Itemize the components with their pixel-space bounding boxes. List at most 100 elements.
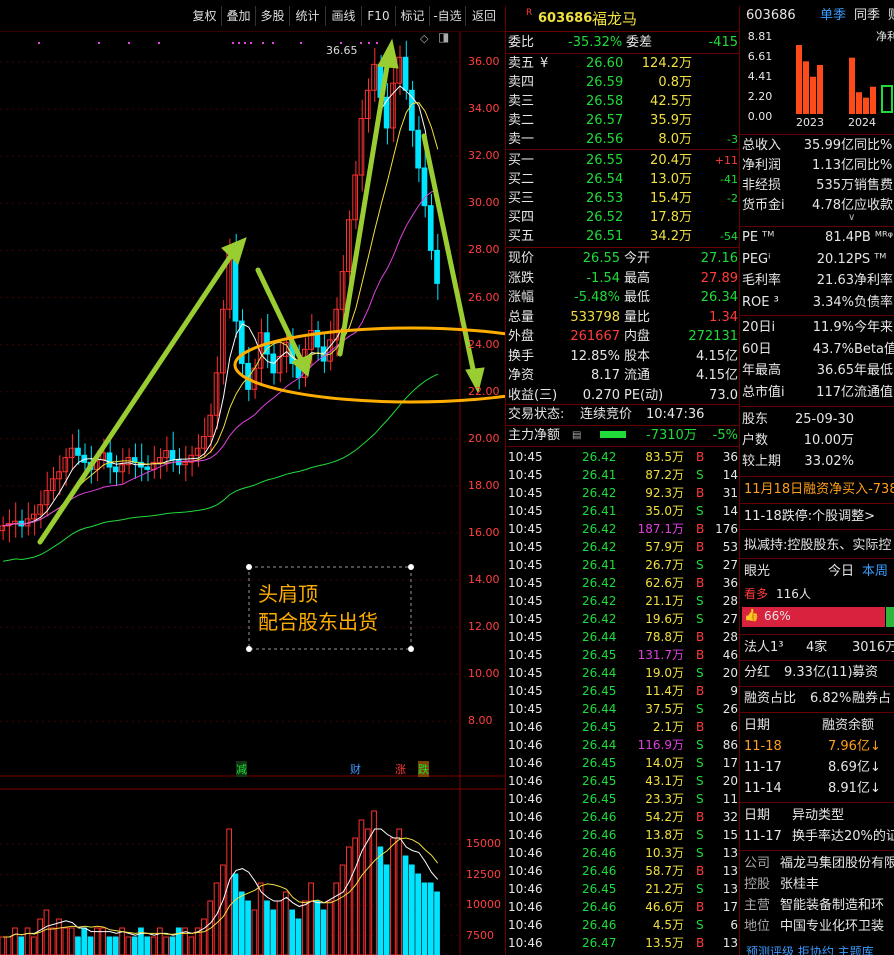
holders-row[interactable]: 股东 25-09-30 xyxy=(742,410,894,430)
tick-row[interactable]: 10:46 26.45 2.1万 B 6 xyxy=(506,718,740,736)
rows1-row[interactable]: 总收入 35.99亿 同比% xyxy=(742,136,894,156)
rows2-row[interactable]: PEGⁱ 20.12 PS ᵀᴹ xyxy=(742,250,894,270)
company-row[interactable]: 公司 福龙马集团股份有限 xyxy=(742,854,894,874)
kline-chart-area[interactable]: 36.00 34.00 32.00 30.00 28.00 26.00 24.00 22.00… xyxy=(0,30,505,955)
bid-row[interactable]: 买四 26.52 17.8万 xyxy=(506,208,740,227)
ask-row[interactable]: 卖三 26.58 42.5万 xyxy=(506,92,740,111)
tick-row[interactable]: 10:46 26.46 10.3万 S 13 xyxy=(506,844,740,862)
main-flow-row[interactable]: 主力净额 ▤ -7310万 -5% xyxy=(506,426,740,445)
rows3-row[interactable]: 20日i 11.9% 今年来 xyxy=(742,318,894,338)
rows1-row[interactable]: 净利润 1.13亿 同比% xyxy=(742,156,894,176)
rows2-row[interactable]: ROE ³ 3.34% 负债率 xyxy=(742,293,894,313)
tick-row[interactable]: 10:46 26.45 21.2万 S 13 xyxy=(506,880,740,898)
bid-row[interactable]: 买二 26.54 13.0万 -41 xyxy=(506,170,740,189)
toolbar-button-watchlist[interactable]: -自选 xyxy=(430,6,466,26)
rows3-row[interactable]: 年最高 36.65 年最低 xyxy=(742,361,894,381)
ask-row[interactable]: 卖二 26.57 35.9万 xyxy=(506,111,740,130)
tick-row[interactable]: 10:45 26.42 62.6万 B 36 xyxy=(506,574,740,592)
panel-toggle-icon[interactable]: ◨ xyxy=(438,30,449,44)
tick-row[interactable]: 10:46 26.45 43.1万 S 20 xyxy=(506,772,740,790)
tick-row[interactable]: 10:46 26.46 54.2万 B 32 xyxy=(506,808,740,826)
tick-row[interactable]: 10:46 26.45 14.0万 S 17 xyxy=(506,754,740,772)
rows3-row[interactable]: 总市值i 117亿 流通值 xyxy=(742,383,894,403)
margin-news[interactable]: 11月18日融资净买入-738 xyxy=(742,480,894,500)
tick-row[interactable]: 10:45 26.44 19.0万 S 20 xyxy=(506,664,740,682)
margin-row[interactable]: 11-17 8.69亿↓ xyxy=(742,758,894,778)
bid-row[interactable]: 买三 26.53 15.4万 -2 xyxy=(506,189,740,208)
toolbar-button-f10[interactable]: F10 xyxy=(362,6,396,26)
price-tick: 12.00 xyxy=(468,620,500,634)
tick-row[interactable]: 10:45 26.44 37.5万 S 26 xyxy=(506,700,740,718)
ask-row[interactable]: 卖五 ¥26.60 124.2万 xyxy=(506,54,740,73)
tick-row[interactable]: 10:45 26.42 92.3万 B 31 xyxy=(506,484,740,502)
tick-row[interactable]: 10:45 26.42 187.1万 B 176 xyxy=(506,520,740,538)
event-mark-rise[interactable]: 涨 xyxy=(395,761,406,777)
diamond-icon[interactable]: ◇ xyxy=(420,32,428,45)
event-mark-fall[interactable]: 跌 xyxy=(418,761,429,777)
rows1-row[interactable]: 非经损 535万 销售费 xyxy=(742,176,894,196)
expand-chevron-icon[interactable]: ∨ xyxy=(848,212,855,223)
tick-row[interactable]: 10:45 26.45 131.7万 B 46 xyxy=(506,646,740,664)
toolbar-button-back[interactable]: 返回 xyxy=(466,6,502,26)
tick-row[interactable]: 10:45 26.42 21.1万 S 28 xyxy=(506,592,740,610)
rows3-row[interactable]: 60日 43.7% Beta值 xyxy=(742,340,894,360)
tick-row[interactable]: 10:46 26.45 23.3万 S 11 xyxy=(506,790,740,808)
toolbar-button-stats[interactable]: 统计 xyxy=(290,6,326,26)
ask-row[interactable]: 卖四 26.59 0.8万 xyxy=(506,73,740,92)
margin-row[interactable]: 11-14 8.91亿↓ xyxy=(742,779,894,799)
abnormal-row[interactable]: 11-17 换手率达20%的证 xyxy=(742,827,894,847)
event-mark-finance[interactable]: 财 xyxy=(350,761,361,777)
tick-row[interactable]: 10:45 26.42 19.6万 S 27 xyxy=(506,610,740,628)
company-row[interactable]: 控股 张桂丰 xyxy=(742,875,894,895)
tick-row[interactable]: 10:46 26.47 13.5万 B 13 xyxy=(506,934,740,952)
eye-today-tab[interactable]: 今日 xyxy=(828,562,854,582)
tick-row[interactable]: 10:46 26.46 46.6万 B 17 xyxy=(506,898,740,916)
tab-quarter[interactable]: 单季 xyxy=(820,6,846,26)
holders-row[interactable]: 较上期 33.02% xyxy=(742,452,894,472)
news-item-reduce[interactable]: 拟减持:控股股东、实际控 xyxy=(742,536,894,556)
tick-row[interactable]: 10:46 26.46 13.8万 S 15 xyxy=(506,826,740,844)
stat-label: 涨幅 xyxy=(508,290,535,305)
margin-news-text: 11月18日融资净买入-738 xyxy=(744,482,894,497)
stock-name[interactable]: 福龙马 xyxy=(592,8,637,30)
tab-same-quarter[interactable]: 同季 xyxy=(854,6,880,26)
bid-row[interactable]: 买五 26.51 34.2万 -54 xyxy=(506,227,740,246)
kline-chart[interactable] xyxy=(0,32,505,955)
tick-row[interactable]: 10:45 26.41 35.0万 S 14 xyxy=(506,502,740,520)
tick-row[interactable]: 10:45 26.42 83.5万 B 36 xyxy=(506,448,740,466)
tick-row[interactable]: 10:45 26.44 78.8万 B 28 xyxy=(506,628,740,646)
profit-mini-chart[interactable]: 8.81 6.61 4.41 2.20 0.00 2023 2024 净利 xyxy=(740,26,894,136)
tick-row[interactable]: 10:46 26.46 4.5万 S 6 xyxy=(506,916,740,934)
news-item-limit-down[interactable]: 11-18跌停:个股调整> xyxy=(742,507,894,527)
tick-row[interactable]: 10:45 26.41 87.2万 S 14 xyxy=(506,466,740,484)
candle-body xyxy=(220,308,226,374)
toolbar-button-overlay[interactable]: 叠加 xyxy=(222,6,256,26)
list-icon[interactable]: ▤ xyxy=(572,426,581,445)
tick-time: 10:46 xyxy=(508,810,543,824)
company-row[interactable]: 地位 中国专业化环卫装 xyxy=(742,917,894,937)
toolbar-button-fuquan[interactable]: 复权 xyxy=(188,6,222,26)
tick-row[interactable]: 10:45 26.41 26.7万 S 27 xyxy=(506,556,740,574)
ask-row[interactable]: 卖一 26.56 8.0万 -3 xyxy=(506,130,740,149)
bid-row[interactable]: 买一 26.55 20.4万 +11 xyxy=(506,151,740,170)
tick-row[interactable]: 10:45 26.45 11.4万 B 9 xyxy=(506,682,740,700)
toolbar-button-draw[interactable]: 画线 xyxy=(326,6,362,26)
toolbar-button-multi[interactable]: 多股 xyxy=(256,6,290,26)
margin-row[interactable]: 11-18 7.96亿↓ xyxy=(742,737,894,757)
bottom-hint[interactable]: 预测评级 拒协约 主题库 xyxy=(742,942,894,955)
bid-label: 买五 xyxy=(508,229,535,244)
eye-week-tab[interactable]: 本周 xyxy=(862,562,888,582)
tick-row[interactable]: 10:46 26.46 58.7万 B 13 xyxy=(506,862,740,880)
price-tick: 10.00 xyxy=(468,667,500,681)
event-mark-reduce[interactable]: 减 xyxy=(236,761,247,777)
ask-price: 26.58 xyxy=(586,94,624,109)
holders-row[interactable]: 户数 10.00万 xyxy=(742,431,894,451)
tick-row[interactable]: 10:45 26.42 57.9万 B 53 xyxy=(506,538,740,556)
rows2-row[interactable]: 毛利率 21.63 净利率 xyxy=(742,271,894,291)
rows2-row[interactable]: PE ᵀᴹ 81.4 PB ᴹᴿᵠ xyxy=(742,228,894,248)
tick-row[interactable]: 10:46 26.44 116.9万 S 86 xyxy=(506,736,740,754)
toolbar-button-mark[interactable]: 标记 xyxy=(396,6,430,26)
tab-finance[interactable]: 财 xyxy=(888,6,894,26)
company-row[interactable]: 主营 智能装备制造和环 xyxy=(742,896,894,916)
rows1-row[interactable]: 货币金i 4.78亿 应收款 xyxy=(742,196,894,216)
